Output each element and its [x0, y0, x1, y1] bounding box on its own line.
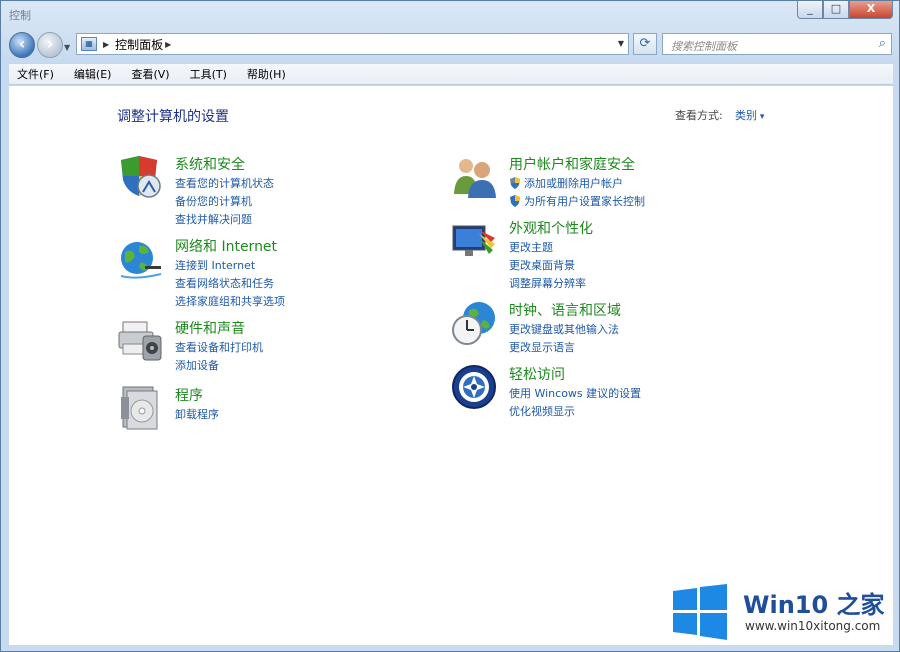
search-icon[interactable]: ⌕ [879, 36, 886, 51]
link-backup-computer[interactable]: 备份您的计算机 [175, 193, 274, 211]
view-by-label: 查看方式: [675, 109, 723, 122]
control-panel-icon: ▦ [81, 37, 97, 51]
link-troubleshoot[interactable]: 查找并解决问题 [175, 211, 274, 229]
watermark-brand-name: Win10 之家 [743, 591, 885, 619]
system-security-icon[interactable] [117, 154, 163, 200]
breadcrumb-chevron-icon[interactable]: ▶ [165, 40, 171, 49]
link-keyboard-input[interactable]: 更改键盘或其他输入法 [509, 321, 619, 339]
link-add-remove-accounts-label: 添加或删除用户帐户 [524, 177, 623, 190]
maximize-button[interactable]: □ [823, 1, 849, 19]
menu-file[interactable]: 文件(F) [11, 66, 54, 82]
breadcrumb-chevron-icon[interactable]: ▶ [103, 40, 109, 49]
link-connect-internet[interactable]: 连接到 Internet [175, 257, 285, 275]
forward-button[interactable]: › [37, 32, 63, 58]
back-button[interactable]: ‹ [9, 32, 35, 58]
search-input[interactable]: 搜索控制面板 ⌕ [662, 33, 892, 55]
navigation-bar: ‹ › ▼ ▦ ▶ 控制面板 ▶ ▼ ⟳ 搜索控制面板 ⌕ [1, 29, 899, 61]
appearance-icon[interactable] [451, 218, 497, 264]
menu-view[interactable]: 查看(V) [125, 66, 169, 82]
network-internet-icon[interactable] [117, 236, 163, 282]
window-controls: _ □ X [797, 1, 893, 19]
link-display-language[interactable]: 更改显示语言 [509, 339, 619, 357]
clock-region-icon[interactable] [451, 300, 497, 346]
link-add-device[interactable]: 添加设备 [175, 357, 263, 375]
link-parental-controls-label: 为所有用户设置家长控制 [524, 195, 645, 208]
ease-of-access-icon[interactable] [451, 364, 497, 410]
link-devices-printers[interactable]: 查看设备和打印机 [175, 339, 263, 357]
category-title-network-internet[interactable]: 网络和 Internet [175, 236, 277, 256]
address-bar[interactable]: ▦ ▶ 控制面板 ▶ ▼ [76, 33, 629, 55]
category-title-system-security[interactable]: 系统和安全 [175, 154, 245, 174]
recent-pages-dropdown-icon[interactable]: ▼ [64, 43, 70, 52]
link-network-status[interactable]: 查看网络状态和任务 [175, 275, 285, 293]
minimize-button[interactable]: _ [797, 1, 823, 19]
link-recommended-settings[interactable]: 使用 Wincows 建议的设置 [509, 385, 641, 403]
refresh-button[interactable]: ⟳ [633, 33, 657, 55]
link-parental-controls[interactable]: 为所有用户设置家长控制 [509, 193, 645, 211]
content-pane: 调整计算机的设置 查看方式: 类别 系统和安全 查看您的计算机状态 备份您的计算… [9, 86, 893, 645]
category-title-clock-language-region[interactable]: 时钟、语言和区域 [509, 300, 621, 320]
uac-shield-icon [510, 195, 520, 207]
breadcrumb-control-panel[interactable]: 控制面板 [115, 36, 163, 53]
link-add-remove-accounts[interactable]: 添加或删除用户帐户 [509, 175, 645, 193]
programs-icon[interactable] [117, 385, 163, 431]
title-bar[interactable]: 控制 _ □ X [1, 1, 899, 29]
user-accounts-icon[interactable] [451, 154, 497, 200]
link-change-theme[interactable]: 更改主题 [509, 239, 586, 257]
page-title: 调整计算机的设置 [117, 109, 229, 125]
menu-edit[interactable]: 编辑(E) [68, 66, 112, 82]
category-title-ease-of-access[interactable]: 轻松访问 [509, 364, 565, 384]
category-title-programs[interactable]: 程序 [175, 385, 203, 405]
windows-logo-icon [673, 584, 727, 640]
watermark-url: www.win10xitong.com [745, 619, 881, 633]
uac-shield-icon [510, 177, 520, 189]
category-title-user-accounts[interactable]: 用户帐户和家庭安全 [509, 154, 635, 174]
control-panel-window: 控制 _ □ X ‹ › ▼ ▦ ▶ 控制面板 ▶ ▼ ⟳ 搜索控制面板 ⌕ 文… [0, 0, 900, 652]
search-placeholder: 搜索控制面板 [671, 40, 737, 53]
menu-help[interactable]: 帮助(H) [241, 66, 286, 82]
category-title-hardware-sound[interactable]: 硬件和声音 [175, 318, 245, 338]
link-desktop-background[interactable]: 更改桌面背景 [509, 257, 586, 275]
link-optimize-display[interactable]: 优化视频显示 [509, 403, 641, 421]
hardware-sound-icon[interactable] [117, 318, 163, 364]
category-title-appearance[interactable]: 外观和个性化 [509, 218, 593, 238]
window-title: 控制 [9, 9, 31, 22]
link-uninstall-program[interactable]: 卸载程序 [175, 406, 219, 424]
close-button[interactable]: X [849, 1, 893, 19]
link-homegroup-sharing[interactable]: 选择家庭组和共享选项 [175, 293, 285, 311]
link-view-computer-status[interactable]: 查看您的计算机状态 [175, 175, 274, 193]
address-dropdown-icon[interactable]: ▼ [618, 39, 624, 48]
view-by-dropdown[interactable]: 类别 [735, 107, 764, 123]
menu-bar: 文件(F) 编辑(E) 查看(V) 工具(T) 帮助(H) [9, 63, 893, 85]
link-screen-resolution[interactable]: 调整屏幕分辨率 [509, 275, 586, 293]
watermark: Win10 之家 www.win10xitong.com [669, 581, 893, 641]
menu-tools[interactable]: 工具(T) [184, 66, 227, 82]
